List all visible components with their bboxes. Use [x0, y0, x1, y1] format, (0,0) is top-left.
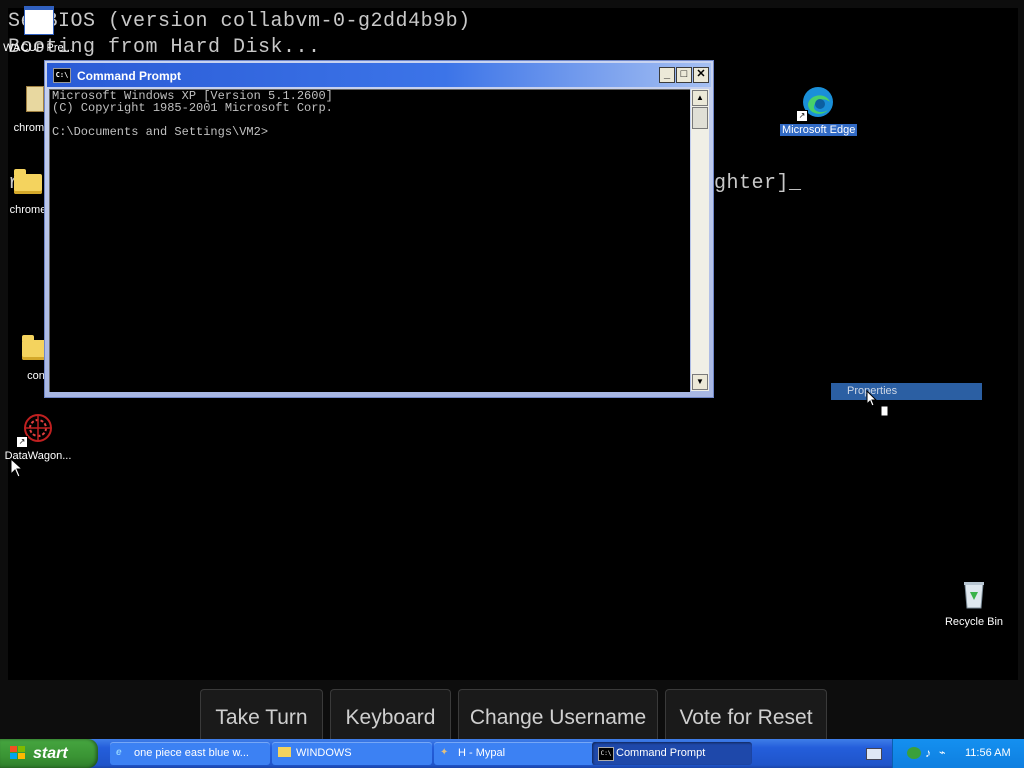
desktop-icon-recycle-bin[interactable]: Recycle Bin	[936, 576, 1012, 628]
minimize-button[interactable]: _	[659, 67, 675, 83]
keyboard-button[interactable]: Keyboard	[330, 689, 451, 741]
console-prompt: C:\Documents and Settings\VM2>	[52, 125, 269, 139]
taskbar-item-command-prompt[interactable]: C:\ Command Prompt	[592, 742, 752, 765]
taskbar-item-label: WINDOWS	[296, 747, 352, 759]
start-button[interactable]: start	[0, 739, 98, 768]
scroll-thumb[interactable]	[692, 107, 708, 129]
boot-line-1: SeaBIOS (version collabvm-0-g2dd4b9b)	[8, 10, 471, 33]
desktop-icon-edge[interactable]: ↗ Microsoft Edge	[780, 84, 858, 138]
window-title: Command Prompt	[77, 69, 182, 83]
windows-logo-icon	[10, 746, 25, 759]
wacup-icon	[20, 2, 56, 38]
scroll-down-button[interactable]: ▼	[692, 374, 708, 390]
ie-icon: e	[116, 747, 122, 758]
change-username-button[interactable]: Change Username	[458, 689, 658, 741]
datawagon-icon: ↗	[16, 410, 56, 448]
desktop-icon-datawagon[interactable]: ↗ DataWagon...	[0, 410, 76, 462]
scroll-up-button[interactable]: ▲	[692, 90, 708, 106]
desktop-icon-label: Microsoft Edge	[780, 124, 858, 136]
taskbar-item-label: H - Mypal	[458, 747, 506, 759]
shortcut-arrow-icon: ↗	[16, 436, 28, 448]
desktop-icon-label: Recycle Bin	[944, 616, 1004, 628]
take-turn-button[interactable]: Take Turn	[200, 689, 323, 741]
network-icon[interactable]	[907, 747, 921, 759]
window-title-bar[interactable]: C:\ Command Prompt _ □ ✕	[47, 63, 711, 87]
mypal-icon: ✦	[440, 747, 449, 758]
context-menu-properties[interactable]: Properties	[831, 383, 982, 400]
folder-icon	[10, 164, 46, 200]
clock[interactable]: 11:56 AM	[965, 739, 1011, 768]
taskbar-item-browser[interactable]: e one piece east blue w...	[110, 742, 270, 765]
taskbar-item-label: Command Prompt	[616, 747, 706, 759]
cmd-icon: C:\	[598, 747, 614, 761]
taskbar: start e one piece east blue w... WINDOWS…	[0, 739, 1024, 768]
keyboard-layout-icon[interactable]	[866, 748, 882, 760]
taskbar-item-mypal[interactable]: ✦ H - Mypal	[434, 742, 594, 765]
desktop-icon-wacup[interactable]: WACUP Pre...	[0, 2, 76, 54]
taskbar-item-label: one piece east blue w...	[134, 747, 249, 759]
tray-misc-icon[interactable]: ⌁	[939, 739, 946, 768]
folder-icon	[278, 747, 292, 759]
cmd-icon: C:\	[53, 68, 71, 83]
taskbar-item-windows-folder[interactable]: WINDOWS	[272, 742, 432, 765]
system-tray: ♪ ⌁ 11:56 AM	[892, 739, 1024, 768]
recycle-bin-icon	[956, 576, 992, 612]
console-line: (C) Copyright 1985-2001 Microsoft Corp.	[52, 101, 333, 115]
desktop-icon-label: WACUP Pre...	[3, 42, 73, 54]
busy-cursor-icon	[866, 390, 889, 417]
vote-for-reset-button[interactable]: Vote for Reset	[665, 689, 827, 741]
maximize-button[interactable]: □	[676, 67, 692, 83]
console-output[interactable]: Microsoft Windows XP [Version 5.1.2600] …	[49, 89, 690, 392]
vertical-scrollbar[interactable]: ▲ ▼	[691, 89, 709, 391]
boot-line-3-right: ghter]_	[714, 172, 802, 195]
close-button[interactable]: ✕	[693, 67, 709, 83]
command-prompt-window[interactable]: C:\ Command Prompt _ □ ✕ Microsoft Windo…	[44, 60, 714, 398]
shortcut-arrow-icon: ↗	[796, 110, 808, 122]
mouse-cursor-icon	[10, 458, 24, 478]
volume-icon[interactable]: ♪	[925, 739, 931, 768]
edge-icon: ↗	[796, 84, 836, 122]
start-label: start	[33, 745, 68, 762]
